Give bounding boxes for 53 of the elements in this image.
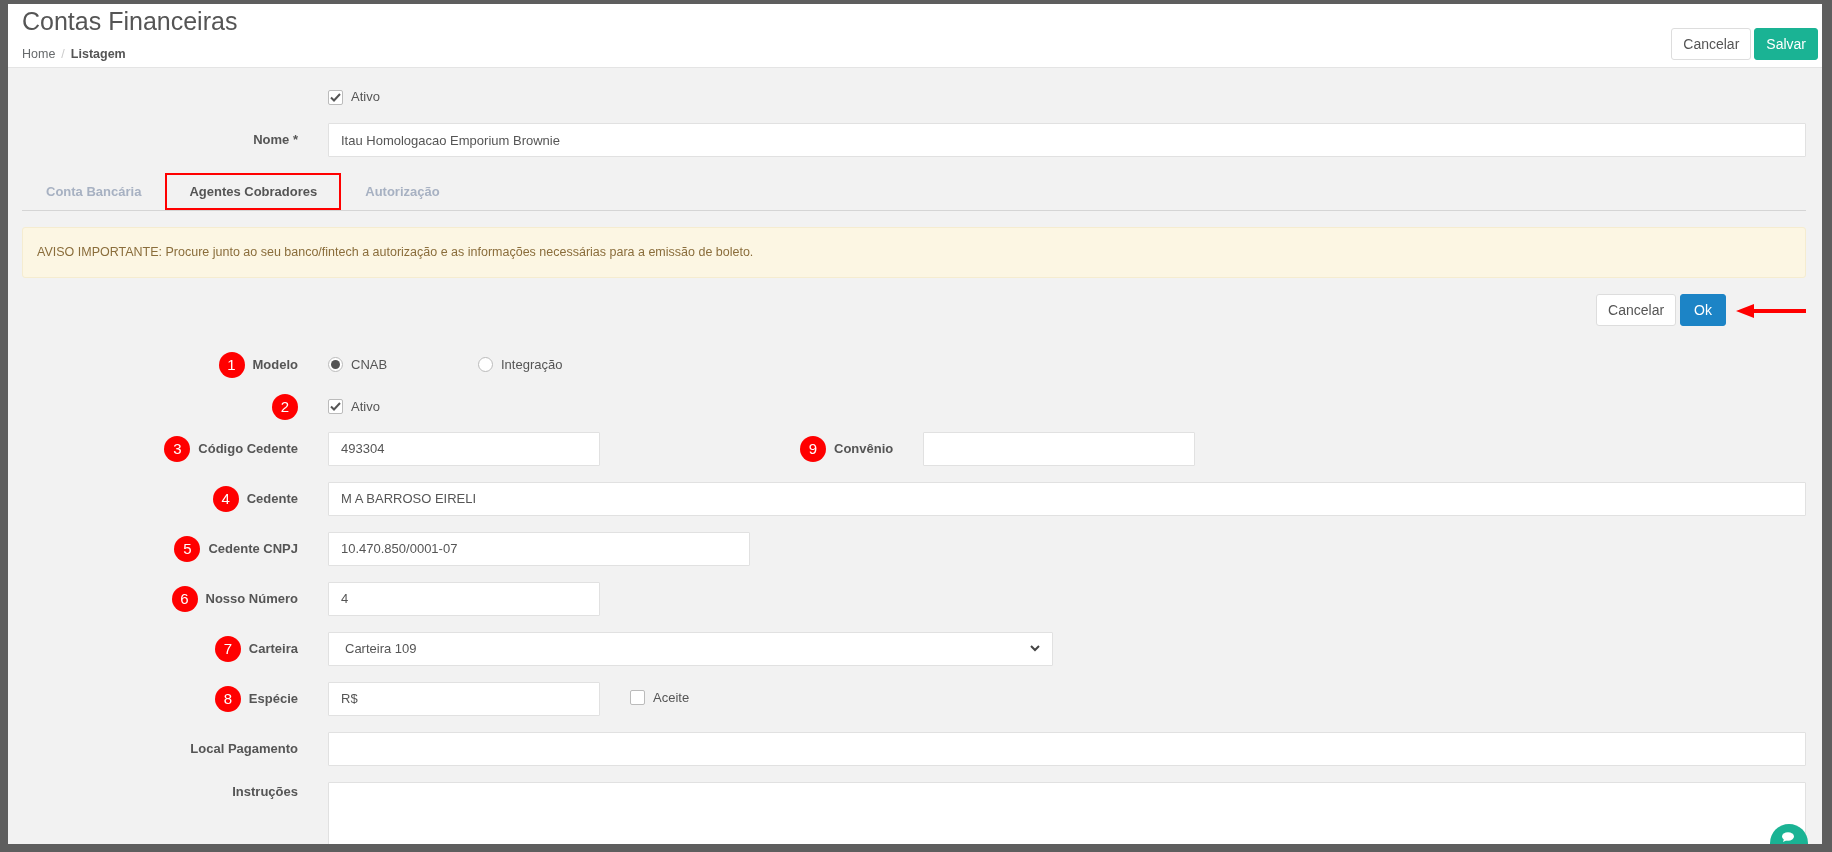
radio-label: CNAB [351, 356, 388, 375]
field-label: Nome * [253, 131, 298, 150]
radio-label: Integração [501, 356, 563, 375]
field-label: Nosso Número [205, 590, 298, 609]
input-field[interactable] [328, 731, 1806, 766]
ok-button[interactable]: Ok [1680, 293, 1726, 326]
checkbox-label: Ativo [351, 398, 380, 417]
field-label: Convênio [834, 440, 894, 459]
alert-message: AVISO IMPORTANTE: Procure junto ao seu banco/fintech a autorização e as informações necessárias para a emissão de boleto. [22, 227, 1806, 278]
tab[interactable]: Agentes Cobradores [165, 173, 342, 210]
pointer-arrow [1736, 302, 1806, 319]
chevron-down-icon [1030, 645, 1040, 653]
number-marker: 5 [174, 535, 201, 562]
select-value: Carteira 109 [345, 640, 417, 659]
checkbox[interactable] [328, 89, 343, 105]
input-field[interactable] [923, 431, 1196, 466]
cancel-button[interactable]: Cancelar [1596, 293, 1677, 326]
number-marker: 6 [171, 585, 198, 612]
input-field[interactable]: 10.470.850/0001-07 [328, 531, 750, 566]
number-marker: 9 [800, 435, 826, 462]
breadcrumb-link[interactable]: Home [22, 45, 56, 64]
input-field[interactable]: Itau Homologacao Emporium Brownie [328, 123, 1806, 157]
checkbox-label: Ativo [351, 88, 380, 107]
number-marker: 7 [214, 635, 241, 662]
field-label: Código Cedente [198, 440, 298, 459]
textarea-field[interactable] [328, 781, 1806, 844]
breadcrumb-current: Listagem [70, 46, 126, 63]
cancel-button[interactable]: Cancelar [1671, 28, 1752, 61]
checkbox-label: Aceite [653, 688, 690, 707]
field-label: Cedente CNPJ [208, 540, 298, 559]
input-field[interactable]: 493304 [328, 431, 600, 466]
breadcrumb-separator: / [61, 46, 65, 63]
input-field[interactable]: M A BARROSO EIRELI [328, 481, 1806, 516]
number-marker: 2 [272, 393, 298, 420]
number-marker: 1 [218, 351, 245, 378]
field-label: Local Pagamento [190, 740, 298, 759]
input-field[interactable]: R$ [328, 681, 600, 716]
number-marker: 8 [214, 685, 241, 712]
field-label: Espécie [248, 690, 298, 709]
field-label: Carteira [248, 640, 298, 659]
number-marker: 3 [164, 435, 191, 462]
chat-icon [1782, 832, 1796, 843]
field-label: Cedente [246, 490, 298, 509]
number-marker: 4 [212, 485, 239, 512]
field-label: Modelo [252, 356, 298, 375]
radio-button[interactable] [328, 357, 343, 373]
checkbox[interactable] [630, 690, 645, 706]
page-title: Contas Financeiras [22, 6, 238, 36]
input-field[interactable]: 4 [328, 581, 600, 616]
select-field[interactable]: Carteira 109 [328, 631, 1053, 666]
radio-button[interactable] [478, 357, 493, 373]
checkbox[interactable] [328, 399, 343, 415]
field-label: Instruções [232, 782, 298, 801]
